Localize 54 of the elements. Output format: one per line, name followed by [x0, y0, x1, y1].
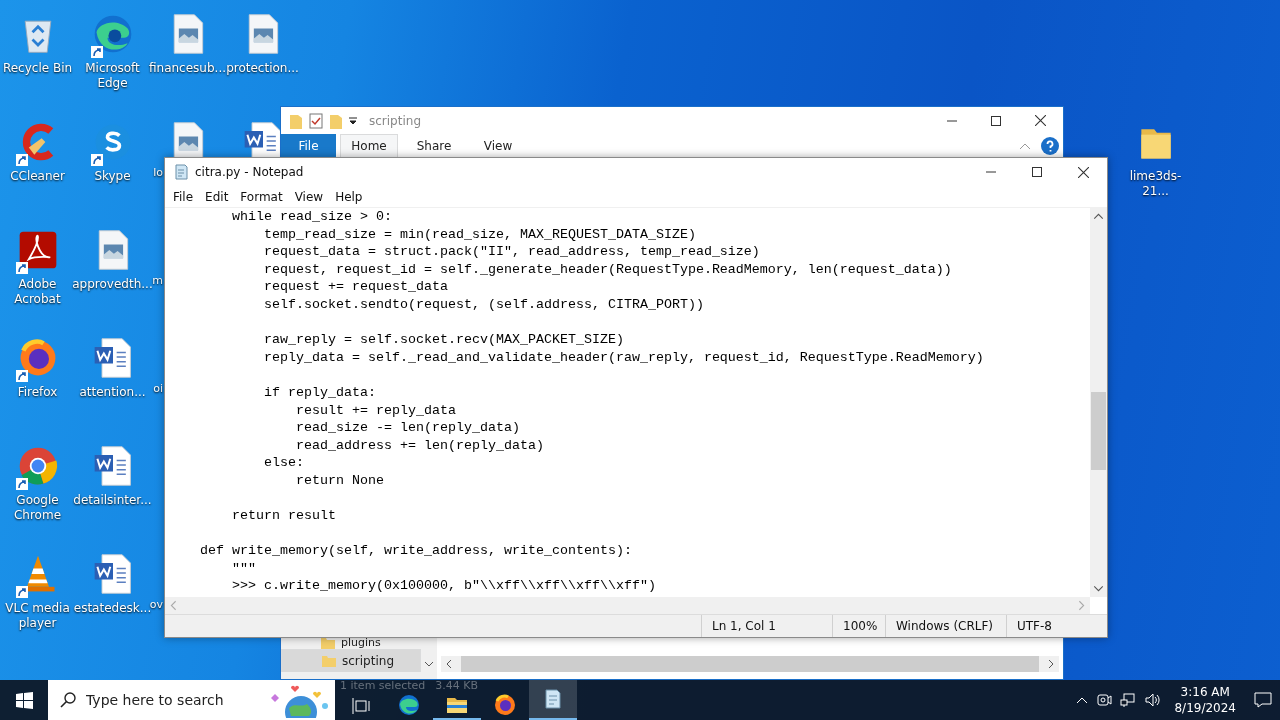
notification-icon[interactable] — [1254, 692, 1272, 708]
menu-item[interactable]: Edit — [199, 189, 235, 204]
status-text: Windows (CRLF) — [885, 615, 1006, 637]
task-view-icon[interactable] — [352, 697, 370, 715]
properties-icon[interactable] — [309, 112, 323, 129]
chevron-up-icon[interactable] — [1076, 696, 1089, 704]
menu-item[interactable]: Help — [329, 189, 369, 204]
help-icon[interactable] — [1041, 136, 1059, 155]
dropdown-icon[interactable] — [349, 116, 357, 125]
icon-label[interactable]: Recycle Bin — [0, 61, 75, 76]
ribbon-tab[interactable]: File — [281, 134, 336, 157]
icon-label[interactable]: lime3ds-21... — [1118, 169, 1193, 199]
menu-item[interactable]: View — [288, 189, 330, 204]
scrollbar-thumb[interactable] — [1091, 391, 1106, 470]
status-text: 3.44 KB — [435, 680, 479, 691]
code-text[interactable]: while read_size > 0: temp_read_size = min(read_size, MAX_REQUEST_DATA_SIZE) request_data = struct.pack("II", read_address, temp_read_size) request, request_id = self._generate_header(RequestType.ReadMemory, len(request_data)) request += request_data self.socket.sendto(request, (self.address, CITRA_PORT)) raw_reply = self.socket.recv(MAX_PACKET_SIZE) reply_data = self._read_and_validate_header(raw_reply, request_id, RequestType.ReadMemory) if reply_data: result += reply_data read_size -= len(reply_data) read_address += len(reply_data) else: return None return result def write_memory(self, write_address, write_contents): """ >>> c.write_memory(0x100000, b"\\xff\\xff\\xff\\xff") — [165, 208, 1090, 597]
nav-item[interactable]: plugins — [281, 636, 421, 649]
vertical-scrollbar[interactable] — [1090, 208, 1107, 597]
clock-date[interactable]: 8/19/2024 — [1174, 700, 1236, 716]
icon-label[interactable]: Microsoft Edge — [75, 61, 150, 91]
icon-label[interactable]: Skype — [92, 169, 133, 184]
search-icon — [60, 692, 76, 708]
menu-item[interactable]: File — [167, 189, 200, 204]
ribbon-tab[interactable]: Home — [340, 134, 398, 157]
folder-icon — [289, 112, 303, 129]
start-icon[interactable] — [15, 691, 33, 709]
icon-label[interactable]: CCleaner — [8, 169, 67, 184]
status-text: 1 item selected — [340, 680, 426, 691]
icon-label[interactable]: attention... — [77, 385, 148, 400]
notepad-icon — [173, 164, 189, 180]
icon-label[interactable]: ov — [149, 598, 163, 611]
icon-label[interactable]: approvedth... — [70, 277, 155, 292]
icon-label[interactable]: VLC media player — [0, 601, 75, 631]
icon-label[interactable]: Firefox — [15, 385, 60, 400]
network-icon[interactable] — [1120, 692, 1137, 708]
status-text: UTF-8 — [1006, 615, 1107, 637]
folder-icon — [322, 655, 336, 667]
ribbon-tab[interactable]: Share — [406, 134, 462, 157]
icon-label[interactable]: lo — [153, 166, 163, 179]
window-title: scripting — [369, 113, 422, 128]
camera-icon[interactable] — [1096, 692, 1113, 708]
volume-icon[interactable] — [1144, 692, 1163, 708]
taskbar-button[interactable] — [529, 680, 577, 720]
ribbon-tab[interactable]: View — [470, 134, 526, 157]
clock-time[interactable]: 3:16 AM — [1180, 684, 1230, 700]
icon-label[interactable]: oi — [153, 382, 163, 395]
browser-icon — [397, 693, 421, 717]
status-text: 100% — [832, 615, 885, 637]
browser-icon — [493, 693, 517, 717]
menu-item[interactable]: Format — [234, 189, 289, 204]
nav-item[interactable]: scripting — [281, 649, 421, 672]
window-title: citra.py - Notepad — [195, 165, 305, 179]
icon-label[interactable]: m — [152, 274, 163, 287]
status-text: Ln 1, Col 1 — [701, 615, 832, 637]
